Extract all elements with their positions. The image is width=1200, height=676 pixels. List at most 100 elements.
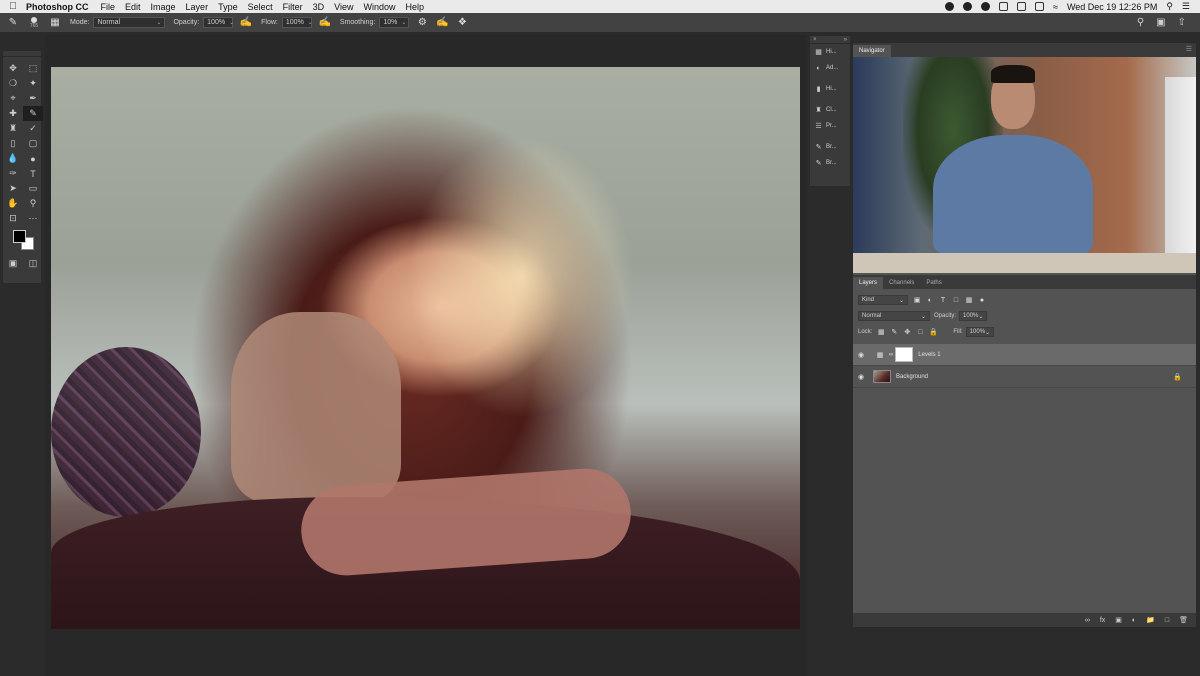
menu-window[interactable]: Window bbox=[363, 2, 395, 12]
brush-tool-icon[interactable]: ✎ bbox=[23, 106, 43, 121]
filter-type-icon[interactable]: T bbox=[939, 296, 947, 304]
panel-button-brush-settings[interactable]: ✎ Br... bbox=[810, 139, 850, 155]
history-brush-tool-icon[interactable]: ✓ bbox=[23, 121, 43, 136]
collapsed-panels-header[interactable]: ×» bbox=[810, 36, 850, 44]
menu-type[interactable]: Type bbox=[218, 2, 238, 12]
layer-row-levels[interactable]: ◉ ▦ ∞ Levels 1 bbox=[853, 344, 1196, 366]
symmetry-icon[interactable]: ❖ bbox=[455, 16, 469, 30]
airbrush-icon[interactable]: ✍ bbox=[318, 16, 332, 30]
app-status-icon[interactable] bbox=[962, 2, 972, 11]
layer-style-icon[interactable]: fx bbox=[1100, 617, 1105, 624]
magic-wand-tool-icon[interactable]: ✦ bbox=[23, 76, 43, 91]
add-mask-icon[interactable]: ▣ bbox=[1115, 616, 1122, 624]
workspace-icon[interactable]: ▣ bbox=[1156, 17, 1165, 28]
navigator-preview[interactable] bbox=[853, 57, 1196, 273]
menu-select[interactable]: Select bbox=[248, 2, 273, 12]
tab-paths[interactable]: Paths bbox=[920, 277, 947, 289]
crop-tool-icon[interactable]: ⌖ bbox=[3, 91, 23, 106]
marquee-tool-icon[interactable]: ⬚ bbox=[23, 61, 43, 76]
menu-layer[interactable]: Layer bbox=[186, 2, 209, 12]
lock-artboard-icon[interactable]: □ bbox=[916, 328, 924, 336]
share-icon[interactable]: ⇧ bbox=[1178, 17, 1186, 28]
quick-mask-icon[interactable]: ▣ bbox=[3, 256, 23, 271]
canvas-photo[interactable] bbox=[51, 67, 800, 629]
eye-icon[interactable]: ◉ bbox=[853, 351, 869, 359]
eyedropper-tool-icon[interactable]: ✒ bbox=[23, 91, 43, 106]
airplay-icon[interactable] bbox=[1034, 2, 1044, 11]
layer-name[interactable]: Background bbox=[896, 374, 928, 380]
shape-tool-icon[interactable]: ▭ bbox=[23, 181, 43, 196]
dodge-tool-icon[interactable]: ● bbox=[23, 151, 43, 166]
zoom-tool-icon[interactable]: ⚲ bbox=[23, 196, 43, 211]
pressure-size-icon[interactable]: ✍ bbox=[435, 16, 449, 30]
screen-mode-icon[interactable]: ◫ bbox=[23, 256, 43, 271]
layer-mask-thumbnail[interactable] bbox=[895, 347, 914, 362]
menu-filter[interactable]: Filter bbox=[283, 2, 303, 12]
foreground-color-swatch[interactable] bbox=[13, 230, 26, 243]
menu-view[interactable]: View bbox=[334, 2, 353, 12]
filter-adjustment-icon[interactable]: ◐ bbox=[926, 296, 934, 304]
menu-edit[interactable]: Edit bbox=[125, 2, 141, 12]
lasso-tool-icon[interactable]: ❍ bbox=[3, 76, 23, 91]
gear-icon[interactable]: ⚙ bbox=[415, 16, 429, 30]
filter-shape-icon[interactable]: □ bbox=[952, 296, 960, 304]
panel-button-clone-source[interactable]: ♜ Cl... bbox=[810, 102, 850, 118]
layer-opacity-input[interactable]: 100% ⌄ bbox=[959, 311, 988, 321]
clone-stamp-tool-icon[interactable]: ♜ bbox=[3, 121, 23, 136]
flow-input[interactable]: 100% ⌄ bbox=[281, 17, 313, 28]
tab-channels[interactable]: Channels bbox=[883, 277, 920, 289]
panel-button-history[interactable]: ▮ Hi... bbox=[810, 81, 850, 97]
pen-tool-icon[interactable]: ✑ bbox=[3, 166, 23, 181]
blur-tool-icon[interactable]: 💧 bbox=[3, 151, 23, 166]
pressure-opacity-icon[interactable]: ✍ bbox=[239, 16, 253, 30]
menu-image[interactable]: Image bbox=[151, 2, 176, 12]
filter-kind-dropdown[interactable]: Kind ⌄ bbox=[858, 295, 908, 305]
tab-layers[interactable]: Layers bbox=[853, 277, 884, 289]
opacity-input[interactable]: 100% ⌄ bbox=[203, 17, 234, 28]
panel-menu-icon[interactable]: ☰ bbox=[1186, 45, 1192, 53]
eye-icon[interactable]: ◉ bbox=[853, 373, 869, 381]
new-layer-icon[interactable]: □ bbox=[1165, 617, 1169, 624]
collapse-icon[interactable]: » bbox=[844, 37, 847, 43]
search-icon[interactable]: ⚲ bbox=[1137, 17, 1144, 28]
panel-button-properties[interactable]: ☰ Pr... bbox=[810, 118, 850, 134]
display-icon[interactable] bbox=[1016, 2, 1026, 11]
wifi-icon[interactable]: ≈ bbox=[1053, 2, 1058, 12]
menu-3d[interactable]: 3D bbox=[313, 2, 325, 12]
mode-dropdown[interactable]: Normal ⌄ bbox=[93, 17, 166, 28]
creative-cloud-icon[interactable] bbox=[944, 2, 954, 11]
blend-mode-dropdown[interactable]: Normal ⌄ bbox=[858, 311, 930, 321]
fill-input[interactable]: 100% ⌄ bbox=[965, 327, 994, 337]
new-adjustment-layer-icon[interactable]: ◐ bbox=[1132, 617, 1136, 624]
panel-button-adjustments[interactable]: ◐ Ad... bbox=[810, 60, 850, 76]
hand-tool-icon[interactable]: ✋ bbox=[3, 196, 23, 211]
layer-name[interactable]: Levels 1 bbox=[918, 352, 940, 358]
gradient-tool-icon[interactable]: ▢ bbox=[23, 136, 43, 151]
smoothing-input[interactable]: 10% ⌄ bbox=[379, 17, 410, 28]
document-canvas[interactable] bbox=[45, 35, 807, 676]
move-tool-icon[interactable]: ✥ bbox=[3, 61, 23, 76]
panel-button-brushes[interactable]: ✎ Br... bbox=[810, 155, 850, 171]
tab-navigator[interactable]: Navigator bbox=[853, 45, 891, 57]
lock-transparency-icon[interactable]: ▦ bbox=[877, 328, 885, 336]
menu-file[interactable]: File bbox=[101, 2, 116, 12]
filter-smart-object-icon[interactable]: ▦ bbox=[965, 296, 973, 304]
type-tool-icon[interactable]: T bbox=[23, 166, 43, 181]
layer-row-background[interactable]: ◉ Background 🔒 bbox=[853, 366, 1196, 388]
more-tools-icon[interactable]: ⋯ bbox=[23, 211, 43, 226]
link-layers-icon[interactable]: ∞ bbox=[1085, 617, 1090, 624]
trash-icon[interactable]: 🗑 bbox=[1179, 616, 1188, 624]
filter-toggle-icon[interactable]: ● bbox=[978, 296, 986, 304]
brush-tool-preset-icon[interactable]: ✎ bbox=[6, 16, 20, 30]
path-selection-tool-icon[interactable]: ➤ bbox=[3, 181, 23, 196]
lock-icon[interactable]: 🔒 bbox=[1173, 373, 1182, 381]
healing-brush-tool-icon[interactable]: ✚ bbox=[3, 106, 23, 121]
panel-button-histogram[interactable]: ▦ Hi... bbox=[810, 44, 850, 60]
eraser-tool-icon[interactable]: ▯ bbox=[3, 136, 23, 151]
new-group-icon[interactable]: 📁 bbox=[1146, 616, 1155, 624]
clipboard-icon[interactable] bbox=[998, 2, 1008, 11]
notification-center-icon[interactable]: ☰ bbox=[1182, 1, 1190, 12]
link-icon[interactable]: ∞ bbox=[889, 352, 893, 358]
artboard-tool-icon[interactable]: ⊡ bbox=[3, 211, 23, 226]
filter-pixel-icon[interactable]: ▣ bbox=[913, 296, 921, 304]
